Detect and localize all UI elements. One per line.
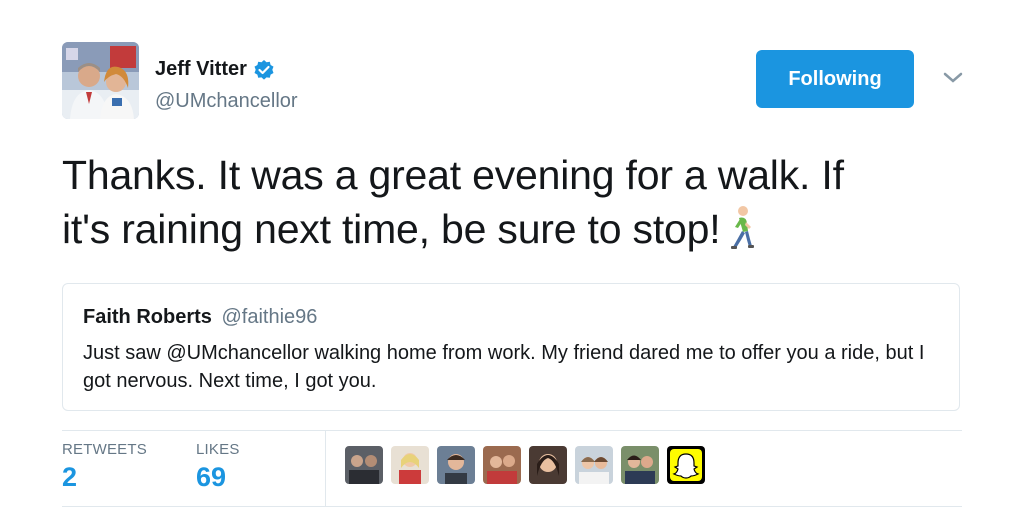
tweet-text-line-2-text: it's raining next time, be sure to stop! [62, 206, 721, 252]
liker-avatar[interactable] [575, 446, 613, 484]
liker-avatars [345, 446, 713, 484]
liker-avatar[interactable] [529, 446, 567, 484]
likes-count[interactable]: 69 [196, 462, 226, 493]
quoted-tweet-text: Just saw @UMchancellor walking home from… [83, 342, 925, 392]
liker-avatar[interactable] [483, 446, 521, 484]
likes-label[interactable]: LIKES [196, 441, 240, 458]
author-handle[interactable]: @UMchancellor [155, 90, 298, 113]
verified-badge-icon [253, 59, 275, 81]
quoted-author-name: Faith Roberts [83, 306, 212, 328]
quoted-tweet-header: Faith Roberts @faithie96 [83, 306, 317, 329]
chevron-down-icon[interactable] [942, 70, 964, 86]
stats-divider-bottom [62, 506, 962, 507]
tweet-text: Thanks. It was a great evening for a wal… [62, 148, 962, 256]
liker-avatar[interactable] [391, 446, 429, 484]
quoted-tweet-card[interactable]: Faith Roberts @faithie96 Just saw @UMcha… [62, 283, 960, 411]
author-name-row[interactable]: Jeff Vitter [155, 58, 275, 81]
quoted-author-handle: @faithie96 [221, 306, 318, 328]
liker-avatar[interactable] [621, 446, 659, 484]
tweet-text-line-1: Thanks. It was a great evening for a wal… [62, 152, 844, 198]
liker-avatar[interactable] [437, 446, 475, 484]
retweets-count[interactable]: 2 [62, 462, 77, 493]
retweets-label[interactable]: RETWEETS [62, 441, 147, 458]
person-walking-icon [726, 205, 756, 249]
stats-divider-top [62, 430, 962, 431]
stats-vertical-divider [325, 431, 326, 506]
author-avatar[interactable] [62, 42, 139, 119]
author-name[interactable]: Jeff Vitter [155, 58, 247, 81]
tweet-text-line-2: it's raining next time, be sure to stop! [62, 202, 962, 256]
following-button[interactable]: Following [756, 50, 914, 108]
snapchat-ghost-avatar[interactable] [667, 446, 705, 484]
liker-avatar[interactable] [345, 446, 383, 484]
